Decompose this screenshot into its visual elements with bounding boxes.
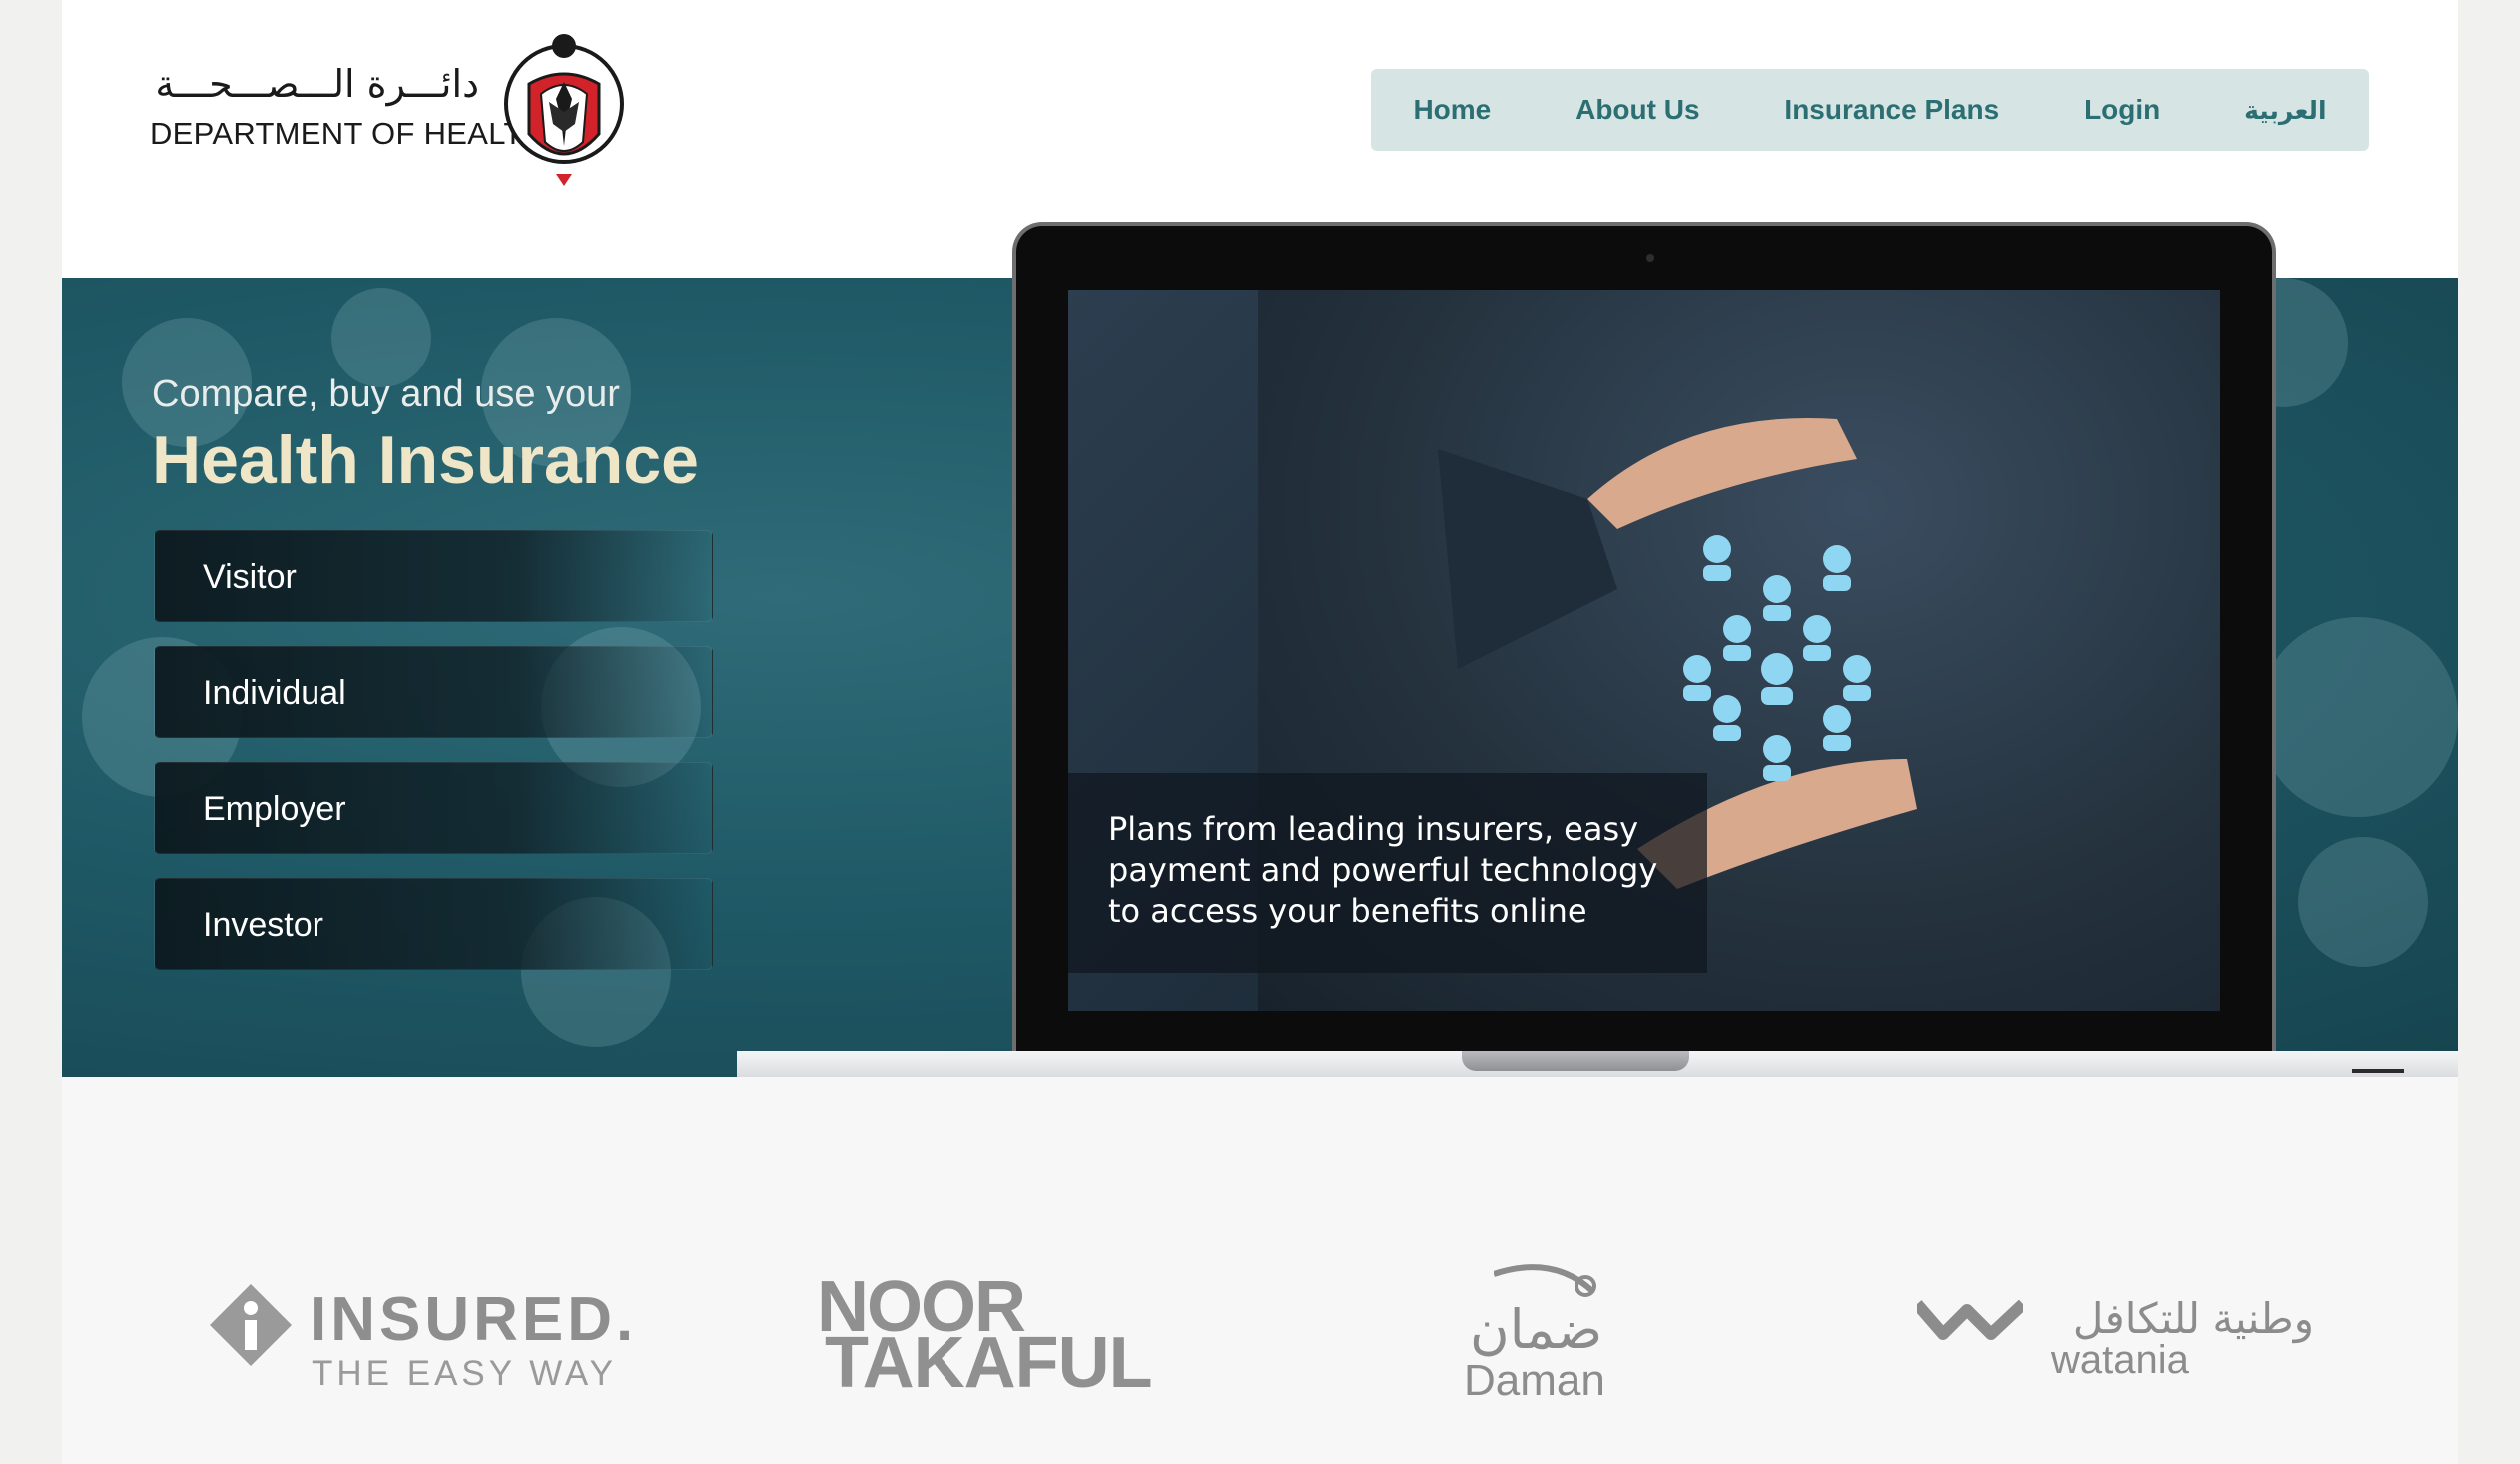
laptop-screen: Plans from leading insurers, easy paymen… bbox=[1068, 290, 2220, 1011]
insured-shield-icon bbox=[210, 1284, 292, 1366]
nav-insurance-plans[interactable]: Insurance Plans bbox=[1784, 94, 1999, 126]
nav-login[interactable]: Login bbox=[2084, 94, 2160, 126]
nav-home[interactable]: Home bbox=[1413, 94, 1491, 126]
daman-logo[interactable]: ضمان Daman bbox=[1464, 1264, 1643, 1414]
logo-english-text: DEPARTMENT OF HEALTH bbox=[150, 116, 546, 151]
camera-icon bbox=[1646, 254, 1654, 262]
watania-arabic: وطنية للتكافل bbox=[2072, 1294, 2314, 1343]
takaful-text: TAKAFUL bbox=[825, 1323, 1153, 1403]
screen-caption: Plans from leading insurers, easy paymen… bbox=[1108, 810, 1658, 930]
screen-caption-box: Plans from leading insurers, easy paymen… bbox=[1068, 773, 1707, 973]
insured-text: INSURED. THE EASY WAY bbox=[310, 1284, 633, 1404]
falcon-emblem-icon bbox=[504, 34, 624, 186]
employer-button[interactable]: Employer bbox=[154, 762, 713, 854]
nav-about-us[interactable]: About Us bbox=[1575, 94, 1699, 126]
hero-title: Health Insurance bbox=[152, 422, 699, 498]
page: دائـــرة الـــصـــحـــة DEPARTMENT OF HE… bbox=[62, 0, 2458, 1464]
logo-arabic-text: دائـــرة الـــصـــحـــة bbox=[155, 62, 479, 106]
watania-english: watania bbox=[2051, 1338, 2189, 1382]
daman-english: Daman bbox=[1464, 1356, 1605, 1405]
laptop-illustration: Plans from leading insurers, easy paymen… bbox=[737, 218, 2458, 1136]
nav-arabic[interactable]: العربية bbox=[2244, 96, 2326, 125]
laptop-led bbox=[2352, 1069, 2404, 1073]
laptop-lid: Plans from leading insurers, easy paymen… bbox=[1012, 222, 2276, 1057]
bokeh-decoration bbox=[331, 288, 431, 387]
watania-w-icon bbox=[1917, 1300, 2023, 1340]
visitor-button[interactable]: Visitor bbox=[154, 530, 713, 622]
insured-title: INSURED. bbox=[310, 1285, 638, 1354]
insured-tagline: THE EASY WAY bbox=[312, 1354, 618, 1393]
partner-logos: INSURED. THE EASY WAY NOOR TAKAFUL ضمان … bbox=[62, 1077, 2458, 1464]
department-of-health-logo[interactable]: دائـــرة الـــصـــحـــة DEPARTMENT OF HE… bbox=[150, 24, 689, 194]
watania-logo[interactable]: وطنية للتكافل watania bbox=[1917, 1294, 2336, 1394]
main-nav: Home About Us Insurance Plans Login العر… bbox=[1371, 69, 2369, 151]
hero-subtitle: Compare, buy and use your bbox=[152, 373, 620, 415]
insured-logo[interactable]: INSURED. THE EASY WAY bbox=[210, 1284, 633, 1404]
daman-arabic: ضمان bbox=[1470, 1298, 1603, 1361]
laptop-notch bbox=[1462, 1051, 1689, 1071]
individual-button[interactable]: Individual bbox=[154, 646, 713, 738]
investor-button[interactable]: Investor bbox=[154, 878, 713, 970]
noor-takaful-logo[interactable]: NOOR TAKAFUL bbox=[817, 1266, 1156, 1406]
watania-text: وطنية للتكافل watania bbox=[2045, 1294, 2334, 1394]
